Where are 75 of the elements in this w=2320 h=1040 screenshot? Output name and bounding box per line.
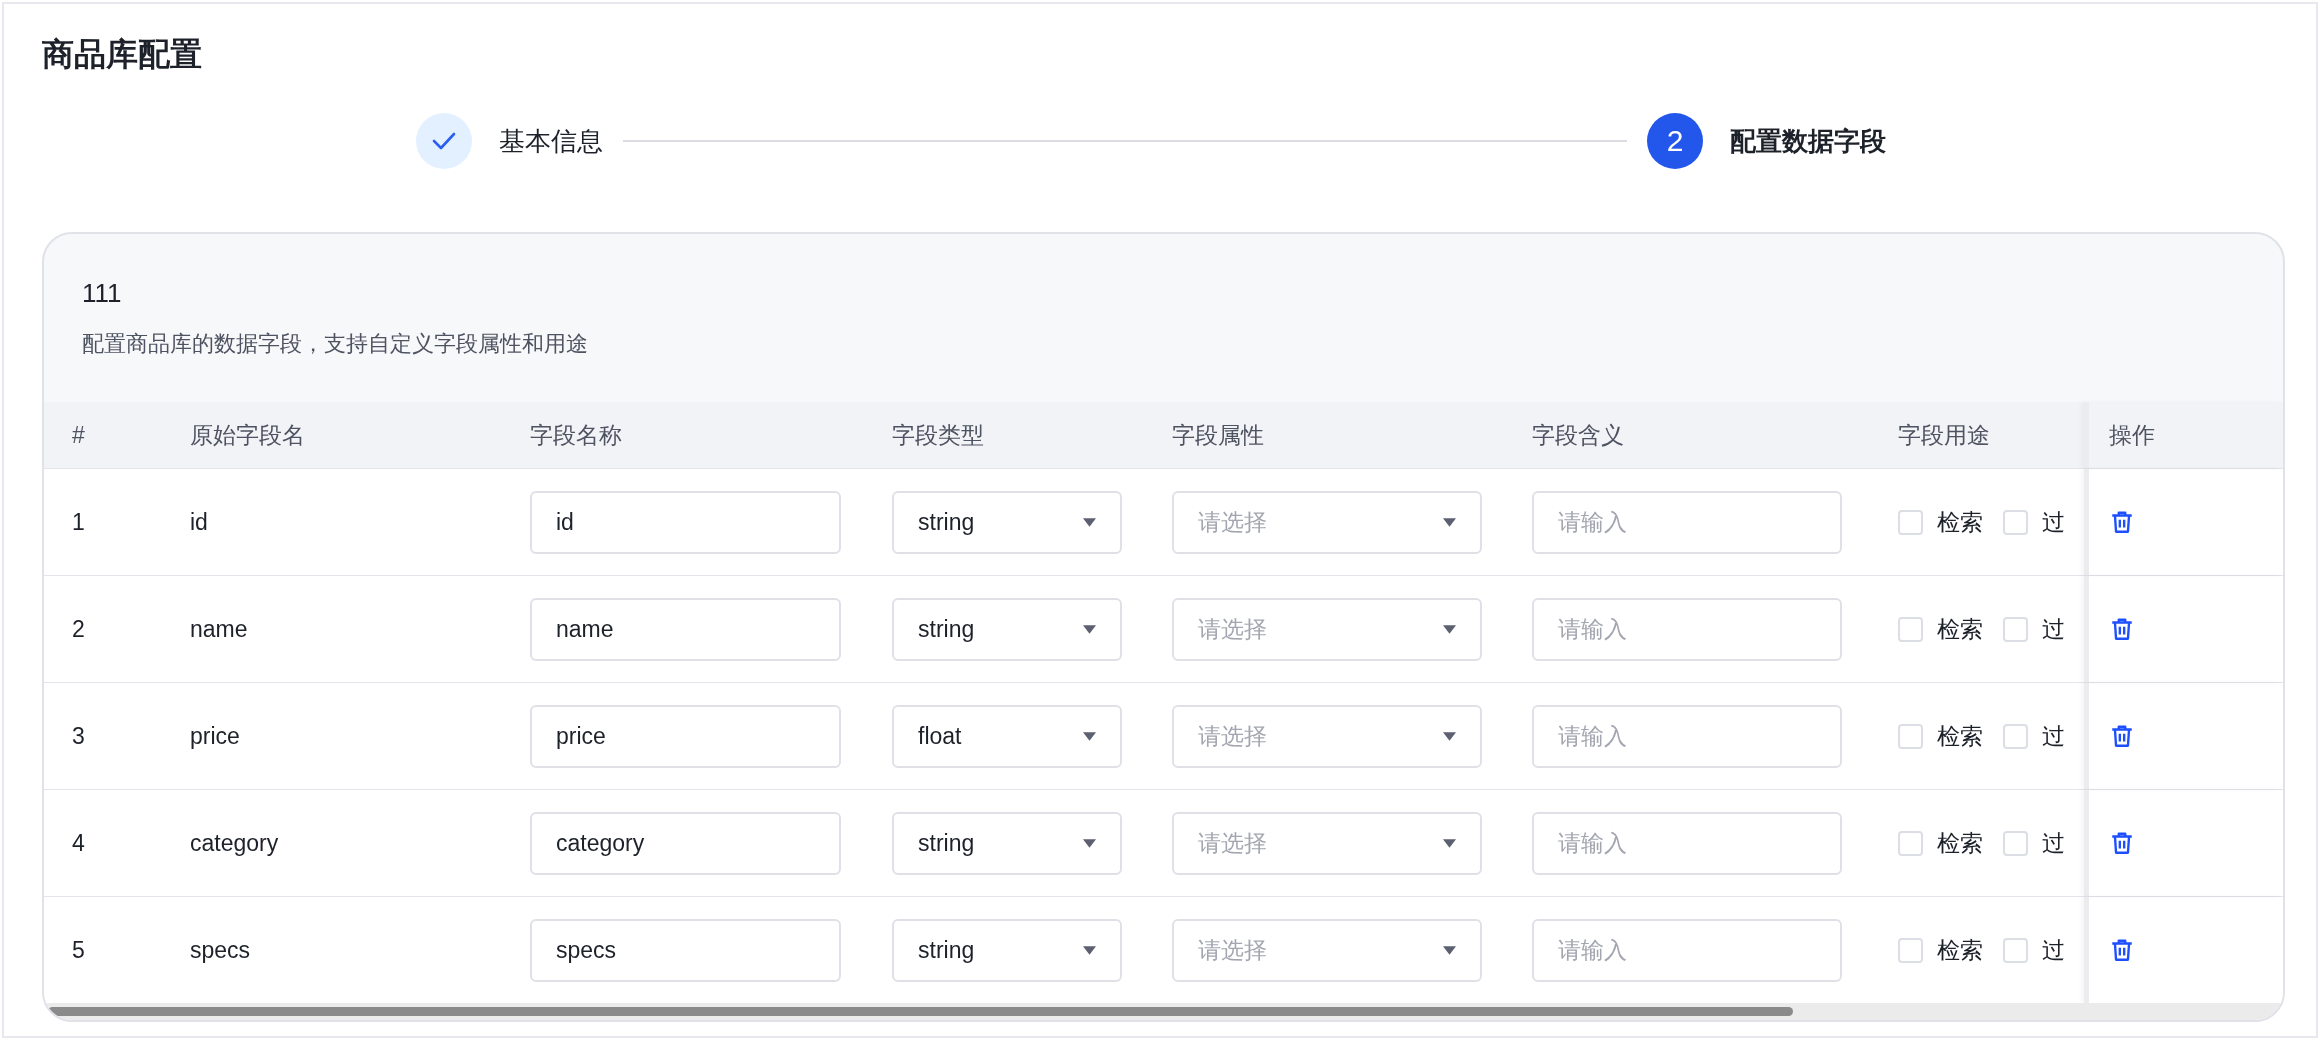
row-number: 1: [72, 508, 85, 536]
column-header: 字段含义: [1532, 420, 1624, 450]
caret-icon: [1443, 945, 1456, 955]
scrollbar-thumb[interactable]: [48, 1007, 1793, 1016]
type-select[interactable]: float: [892, 704, 1122, 768]
checkbox[interactable]: [2003, 509, 2028, 535]
checkbox[interactable]: [2003, 937, 2028, 963]
row-number: 2: [72, 615, 85, 643]
page-title: 商品库配置: [42, 35, 203, 74]
column-header: 原始字段名: [190, 420, 305, 450]
column-header: 字段用途: [1898, 420, 1990, 450]
type-select[interactable]: string: [892, 490, 1122, 554]
checkbox-label: 检索: [1937, 507, 1983, 537]
caret-icon: [1443, 517, 1456, 527]
delete-icon[interactable]: [2109, 723, 2135, 749]
caret-icon: [1443, 731, 1456, 741]
row-number: 5: [72, 936, 85, 964]
checkbox-label: 过: [2042, 507, 2065, 537]
checkbox-label: 过: [2042, 721, 2065, 751]
caret-icon: [1083, 731, 1096, 741]
delete-icon[interactable]: [2109, 830, 2135, 856]
column-header: 操作: [2109, 420, 2155, 450]
column-header: 字段名称: [530, 420, 622, 450]
column-header: #: [72, 421, 85, 449]
table-cell: id: [190, 508, 208, 536]
caret-icon: [1443, 624, 1456, 634]
type-select[interactable]: string: [892, 597, 1122, 661]
checkbox[interactable]: [1898, 616, 1923, 642]
row-number: 4: [72, 829, 85, 857]
column-header: 字段类型: [892, 420, 984, 450]
checkbox[interactable]: [1898, 723, 1923, 749]
checkbox-label: 过: [2042, 935, 2065, 965]
caret-icon: [1083, 838, 1096, 848]
checkbox-label: 检索: [1937, 721, 1983, 751]
checkbox-label: 检索: [1937, 828, 1983, 858]
checkbox-label: 过: [2042, 828, 2065, 858]
name-input[interactable]: name: [530, 597, 841, 661]
delete-icon[interactable]: [2109, 616, 2135, 642]
type-select[interactable]: string: [892, 811, 1122, 875]
step-number: 2: [1647, 113, 1703, 169]
table-cell: name: [190, 615, 248, 643]
step-label: 配置数据字段: [1730, 124, 1886, 158]
caret-icon: [1443, 838, 1456, 848]
checkbox[interactable]: [1898, 937, 1923, 963]
checkbox-label: 检索: [1937, 935, 1983, 965]
card-description: 配置商品库的数据字段，支持自定义字段属性和用途: [82, 330, 589, 358]
caret-icon: [1083, 624, 1096, 634]
meaning-input[interactable]: 请输入: [1532, 597, 1842, 661]
name-input[interactable]: specs: [530, 918, 841, 982]
meaning-input[interactable]: 请输入: [1532, 918, 1842, 982]
column-header: 字段属性: [1172, 420, 1264, 450]
meaning-input[interactable]: 请输入: [1532, 811, 1842, 875]
caret-icon: [1083, 517, 1096, 527]
checkbox[interactable]: [2003, 830, 2028, 856]
caret-icon: [1083, 945, 1096, 955]
type-select[interactable]: string: [892, 918, 1122, 982]
table-cell: specs: [190, 936, 251, 964]
meaning-input[interactable]: 请输入: [1532, 704, 1842, 768]
checkbox[interactable]: [2003, 723, 2028, 749]
checkbox-label: 过: [2042, 614, 2065, 644]
card-title: 111: [82, 278, 123, 308]
step-label: 基本信息: [499, 124, 603, 158]
table-cell: category: [190, 829, 279, 857]
row-number: 3: [72, 722, 85, 750]
meaning-input[interactable]: 请输入: [1532, 490, 1842, 554]
checkbox[interactable]: [1898, 509, 1923, 535]
table-cell: price: [190, 722, 240, 750]
checkbox[interactable]: [2003, 616, 2028, 642]
checkbox-label: 检索: [1937, 614, 1983, 644]
name-input[interactable]: category: [530, 811, 841, 875]
name-input[interactable]: price: [530, 704, 841, 768]
name-input[interactable]: id: [530, 490, 841, 554]
delete-icon[interactable]: [2109, 937, 2135, 963]
checkbox[interactable]: [1898, 830, 1923, 856]
delete-icon[interactable]: [2109, 509, 2135, 535]
